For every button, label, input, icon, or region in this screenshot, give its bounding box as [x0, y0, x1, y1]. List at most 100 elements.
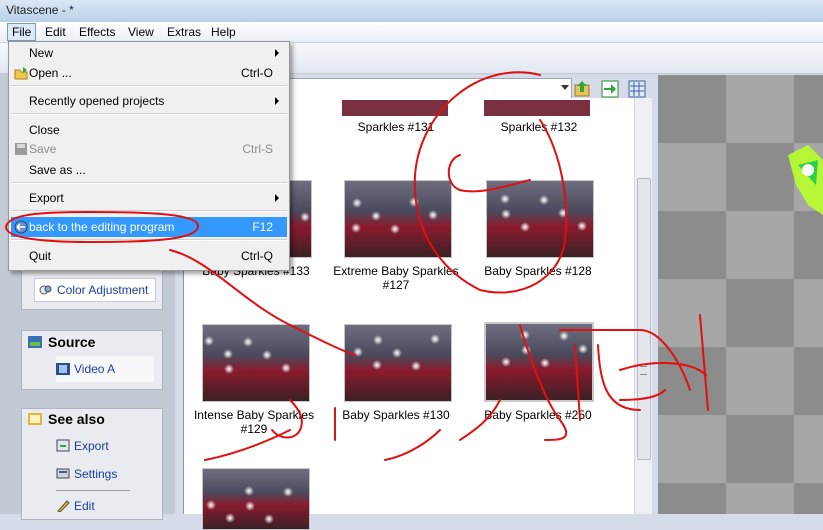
effect-thumbnail[interactable]: [342, 100, 448, 116]
menu-help[interactable]: Help: [207, 24, 240, 40]
edit-label: Edit: [74, 499, 95, 513]
settings-link[interactable]: Settings: [56, 463, 152, 485]
sparkle-icon: [578, 344, 588, 354]
sparkle-icon: [353, 347, 363, 357]
submenu-arrow-icon: [275, 97, 279, 105]
effect-caption: Extreme Baby Sparkles #127: [333, 264, 459, 292]
back-icon: [14, 220, 28, 234]
sparkle-icon: [264, 514, 274, 524]
edit-icon: [56, 497, 70, 513]
color-adjustment-link[interactable]: Color Adjustment: [34, 278, 156, 302]
sparkle-icon: [540, 358, 550, 368]
sparkle-icon: [262, 350, 272, 360]
sparkle-icon: [577, 221, 587, 231]
sparkle-icon: [392, 348, 402, 358]
submenu-arrow-icon: [275, 49, 279, 57]
video-a-link[interactable]: Video A: [56, 356, 154, 382]
menu-separator: [11, 210, 287, 212]
effect-thumbnail[interactable]: [486, 180, 594, 258]
menu-item-open[interactable]: Open ... Ctrl-O: [11, 63, 287, 83]
effect-thumbnail[interactable]: [202, 468, 310, 530]
window-title: Vitascene - *: [6, 3, 74, 17]
menu-separator: [11, 182, 287, 184]
file-menu: New Open ... Ctrl-O Recently opened proje…: [8, 41, 290, 271]
sparkle-icon: [559, 331, 569, 341]
menu-edit[interactable]: Edit: [41, 24, 70, 40]
save-disk-icon: [15, 143, 27, 155]
menu-item-back-to-editing[interactable]: back to the editing program F12: [11, 217, 287, 237]
gallery-scrollbar[interactable]: [634, 98, 652, 514]
up-folder-button[interactable]: [574, 80, 592, 98]
menu-file[interactable]: File: [7, 23, 37, 41]
sparkle-icon: [539, 195, 549, 205]
sparkle-icon: [428, 210, 438, 220]
sparkle-icon: [371, 211, 381, 221]
effect-thumbnail[interactable]: [344, 180, 452, 258]
source-box: Source Video A: [21, 330, 163, 390]
menu-item-quit[interactable]: Quit Ctrl-Q: [11, 246, 287, 266]
title-bar: Vitascene - *: [0, 0, 823, 22]
color-adjustment-label: Color Adjustment: [57, 283, 149, 297]
menu-separator: [11, 85, 287, 87]
menu-item-recent[interactable]: Recently opened projects: [11, 91, 287, 111]
scrollbar-thumb[interactable]: [637, 178, 651, 460]
video-icon: [56, 358, 70, 375]
sparkle-icon: [390, 224, 400, 234]
sparkle-icon: [501, 357, 511, 367]
sparkle-icon: [430, 334, 440, 344]
sparkle-icon: [243, 337, 253, 347]
effect-thumbnail-selected[interactable]: [484, 322, 594, 402]
go-button[interactable]: [601, 80, 619, 98]
sparkle-icon: [245, 501, 255, 511]
submenu-arrow-icon: [275, 194, 279, 202]
menu-bar: File Edit Effects View Extras Help: [0, 22, 823, 43]
settings-label: Settings: [74, 467, 118, 481]
menu-item-save-as[interactable]: Save as ...: [11, 160, 287, 180]
effect-thumbnail[interactable]: [344, 324, 452, 402]
sparkle-icon: [372, 360, 382, 370]
sparkle-icon: [501, 209, 511, 219]
menu-item-close[interactable]: Close: [11, 120, 287, 140]
sparkle-icon: [204, 336, 214, 346]
sparkle-icon: [206, 500, 216, 510]
export-icon: [56, 437, 70, 452]
scrollbar-grip-icon: [640, 366, 647, 375]
menu-effects[interactable]: Effects: [75, 24, 119, 40]
sparkle-icon: [520, 330, 530, 340]
menu-extras[interactable]: Extras: [163, 24, 205, 40]
menu-separator: [11, 113, 287, 115]
effect-caption: Baby Sparkles #130: [342, 408, 450, 422]
go-arrow-icon: [601, 80, 619, 98]
sparkle-icon: [283, 487, 293, 497]
source-heading: Source: [28, 334, 95, 350]
sparkle-icon: [352, 198, 362, 208]
effect-thumbnail[interactable]: [484, 100, 590, 116]
effect-caption: Baby Sparkles #250: [484, 408, 592, 422]
effect-thumbnail[interactable]: [202, 324, 310, 402]
see-also-icon: [28, 412, 42, 425]
preview-sparkle: [788, 145, 823, 215]
effect-box: Color Adjustment: [21, 270, 163, 310]
grid-view-icon: [628, 80, 646, 98]
menu-item-export[interactable]: Export: [11, 188, 287, 208]
color-adjustment-icon: [39, 281, 53, 295]
path-combobox[interactable]: e: [270, 78, 572, 100]
menu-view[interactable]: View: [124, 24, 158, 40]
sparkle-icon: [224, 364, 234, 374]
export-link[interactable]: Export: [56, 435, 152, 457]
open-folder-icon: [14, 67, 28, 80]
menu-item-new[interactable]: New: [11, 43, 287, 63]
effect-caption: Intense Baby Sparkles #129: [193, 408, 315, 436]
source-icon: [28, 335, 42, 348]
sparkle-icon: [223, 349, 233, 359]
grid-view-button[interactable]: [628, 80, 646, 98]
sparkle-icon: [225, 513, 235, 523]
effect-caption: Baby Sparkles #128: [484, 264, 592, 278]
divider: [56, 490, 130, 491]
video-a-label: Video A: [74, 362, 116, 376]
sparkle-icon: [409, 197, 419, 207]
effect-caption: Sparkles #132: [500, 120, 578, 134]
settings-icon: [56, 465, 70, 479]
effect-caption: Sparkles #131: [357, 120, 435, 134]
up-arrow-icon: [574, 81, 590, 97]
